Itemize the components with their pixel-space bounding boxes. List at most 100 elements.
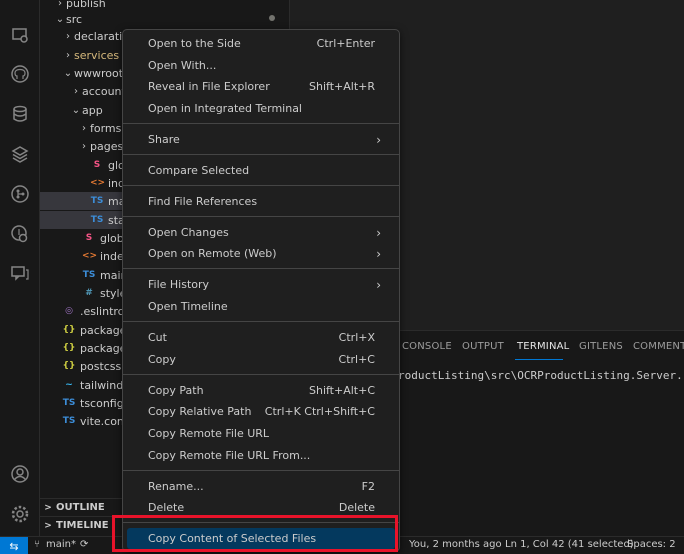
source-control-icon[interactable] [0,176,40,212]
menu-item[interactable]: Copy Content of Selected Files [127,528,395,549]
menu-item-label: Rename... [148,480,204,493]
menu-item[interactable]: Open Changes › [127,222,395,243]
file-type-icon: <> [82,251,98,261]
menu-item[interactable]: Delete Delete [127,497,395,518]
menu-item[interactable]: Open on Remote (Web) › [127,243,395,264]
menu-item[interactable]: Copy Remote File URL [127,423,395,444]
chevron-right-icon: › [82,122,86,134]
tab-terminal[interactable]: TERMINAL [517,341,569,352]
menu-item-label: Copy Remote File URL [148,427,270,440]
gitlens-icon[interactable] [0,216,40,252]
menu-separator [123,185,399,186]
menu-separator [123,522,399,523]
submenu-chevron-right-icon: › [376,225,381,240]
chevron-down-icon: ⌄ [71,104,81,116]
menu-item-label: Open to the Side [148,37,241,50]
menu-item[interactable]: Find File References [127,191,395,212]
menu-item[interactable]: Share › [127,129,395,150]
chevron-right-icon: > [44,502,52,513]
cursor-position[interactable]: Ln 1, Col 42 (41 selected) [505,539,634,550]
account-icon[interactable] [0,456,40,492]
menu-item[interactable]: Open to the Side Ctrl+Enter [127,33,395,54]
tab-output[interactable]: OUTPUT [462,341,504,352]
chevron-right-icon: › [82,140,86,152]
menu-item-shortcut: Shift+Alt+R [309,80,375,93]
timeline-label: TIMELINE [56,520,109,531]
menu-item[interactable]: Cut Ctrl+X [127,327,395,348]
modified-dot-icon [269,15,275,21]
file-type-icon: # [85,288,93,298]
remote-indicator-icon[interactable]: ⇆ [0,537,28,554]
settings-gear-icon[interactable] [0,496,40,532]
menu-item-label: File History [148,278,210,291]
menu-separator [123,321,399,322]
menu-item[interactable]: Open in Integrated Terminal [127,98,395,119]
menu-item[interactable]: Compare Selected [127,160,395,181]
menu-item-label: Copy Path [148,384,204,397]
menu-item-label: Copy [148,353,176,366]
menu-item-label: Copy Relative Path [148,405,252,418]
menu-item-label: Open With... [148,59,217,72]
chat-icon[interactable] [0,255,40,291]
menu-item-label: Cut [148,331,167,344]
menu-item[interactable]: Open With... [127,55,395,76]
menu-item-label: Share [148,133,180,146]
sync-icon[interactable]: ⟳ [80,539,88,550]
menu-item[interactable]: Copy Ctrl+C [127,349,395,370]
file-type-icon: S [93,160,101,170]
menu-separator [123,470,399,471]
branch-name[interactable]: main* [46,539,76,550]
menu-separator [123,216,399,217]
menu-item-shortcut: Ctrl+X [338,331,375,344]
file-type-icon: ◎ [65,306,73,316]
tree-item-label: pages [90,139,124,153]
menu-item[interactable]: Copy Path Shift+Alt+C [127,380,395,401]
submenu-chevron-right-icon: › [376,277,381,292]
menu-item-label: Open on Remote (Web) [148,247,277,260]
menu-item[interactable]: Copy Relative Path Ctrl+K Ctrl+Shift+C [127,401,395,422]
file-type-icon: TS [90,196,104,206]
menu-item-shortcut: Ctrl+Enter [316,37,375,50]
menu-separator [123,268,399,269]
indentation-spaces[interactable]: Spaces: 2 [627,539,676,550]
github-icon[interactable] [0,56,40,92]
tree-item-label: wwwroot [74,66,124,80]
tree-item-label: src [66,12,83,26]
tree-item-label: forms [90,121,122,135]
menu-separator [123,123,399,124]
menu-item[interactable]: File History › [127,274,395,295]
menu-item[interactable]: Open Timeline [127,296,395,317]
database-icon[interactable] [0,96,40,132]
menu-item-shortcut: F2 [361,480,375,493]
tree-item[interactable]: ⌄ src [40,10,290,28]
file-type-icon: {} [62,325,76,335]
git-blame[interactable]: You, 2 months ago [409,539,502,550]
menu-item-shortcut: Ctrl+K Ctrl+Shift+C [264,405,375,418]
chevron-right-icon: › [74,85,78,97]
file-type-icon: S [85,233,93,243]
menu-item-label: Compare Selected [148,164,250,177]
file-type-icon: TS [90,215,104,225]
outline-label: OUTLINE [56,502,105,513]
menu-separator [123,154,399,155]
menu-item-label: Open Changes [148,226,229,239]
context-menu: Open to the Side Ctrl+Enter Open With... Re… [122,29,400,552]
menu-item[interactable]: Copy Remote File URL From... [127,445,395,466]
layers-icon[interactable] [0,136,40,172]
chevron-right-icon: › [58,0,62,9]
file-type-icon: {} [62,361,76,371]
file-type-icon: TS [82,270,96,280]
file-type-icon: {} [62,343,76,353]
explorer-icon[interactable] [0,17,40,53]
terminal-prompt[interactable]: roductListing\src\OCRProductListing.Serv… [398,369,684,382]
chevron-right-icon: › [66,49,70,61]
menu-item-label: Find File References [148,195,258,208]
menu-item[interactable]: Rename... F2 [127,476,395,497]
submenu-chevron-right-icon: › [376,132,381,147]
tab-console[interactable]: CONSOLE [402,341,452,352]
menu-item-label: Reveal in File Explorer [148,80,270,93]
menu-item[interactable]: Reveal in File Explorer Shift+Alt+R [127,76,395,97]
tab-comments[interactable]: COMMENTS [633,341,684,352]
tab-gitlens[interactable]: GITLENS [579,341,623,352]
menu-item-label: Copy Content of Selected Files [148,532,317,545]
